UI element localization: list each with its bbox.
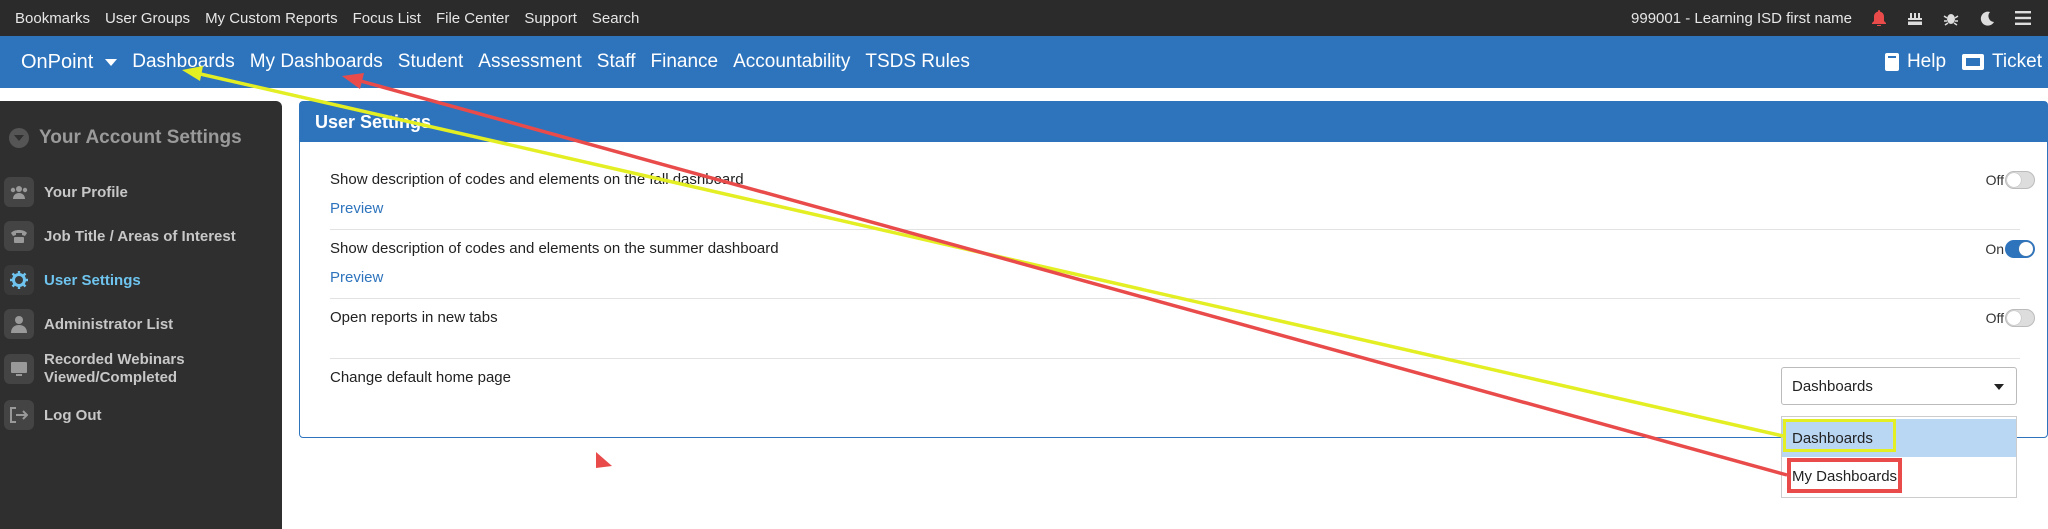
annotation-arrows — [182, 66, 1788, 477]
red-arrow-head — [342, 73, 364, 89]
red-arrow-line — [356, 78, 1788, 477]
red-marker-triangle — [596, 452, 612, 468]
yellow-arrow-head — [182, 66, 203, 81]
